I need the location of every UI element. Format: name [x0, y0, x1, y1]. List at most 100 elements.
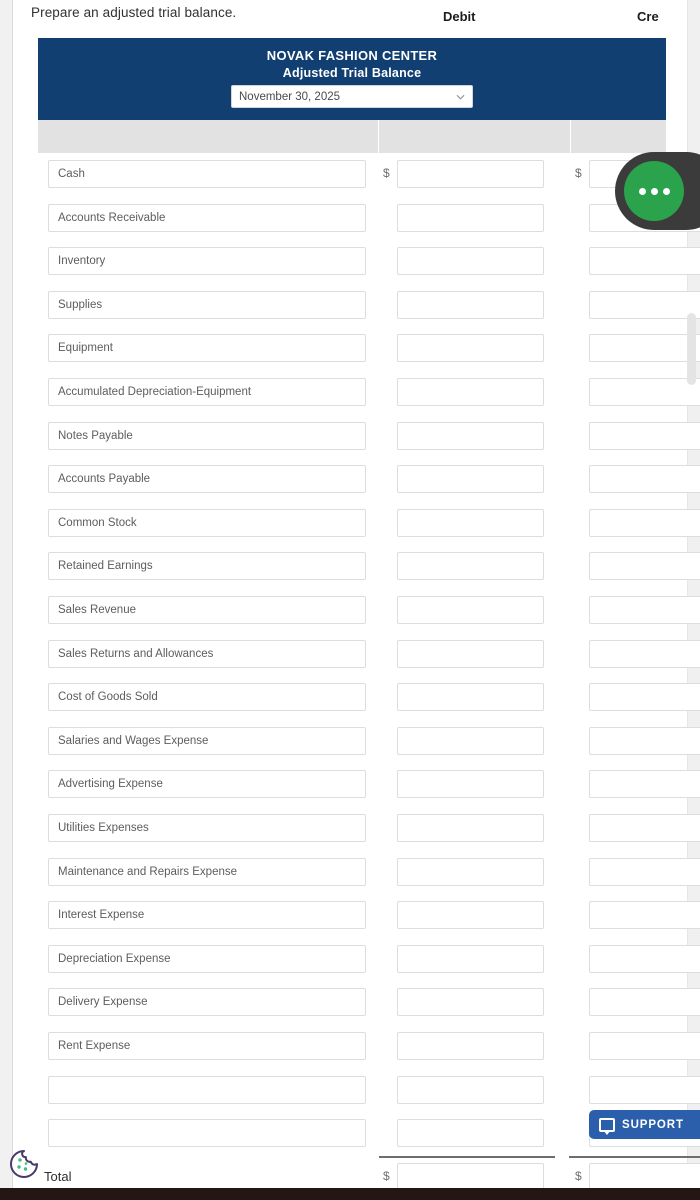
more-options-icon[interactable] — [624, 161, 684, 221]
credit-amount-input[interactable] — [589, 247, 700, 276]
table-row: Equipment — [0, 334, 700, 363]
app-screen: Prepare an adjusted trial balance. NOVAK… — [0, 0, 700, 1200]
table-row: Supplies — [0, 290, 700, 319]
credit-amount-input[interactable] — [589, 334, 700, 363]
debit-amount-input[interactable] — [397, 203, 544, 232]
credit-amount-input[interactable] — [589, 290, 700, 319]
account-name-input[interactable]: Accounts Payable — [48, 465, 366, 494]
credit-amount-input[interactable] — [589, 770, 700, 799]
debit-amount-input[interactable] — [397, 726, 544, 755]
credit-amount-input[interactable] — [589, 814, 700, 842]
table-row: Sales Returns and Allowances — [0, 639, 700, 668]
bottom-bar — [0, 1188, 700, 1200]
account-name-input[interactable] — [48, 1119, 366, 1148]
dollar-sign-debit: $ — [383, 166, 390, 180]
table-row — [0, 1075, 700, 1104]
account-name-input[interactable]: Interest Expense — [48, 901, 366, 930]
debit-amount-input[interactable] — [397, 1032, 544, 1060]
total-rule-credit — [569, 1156, 700, 1158]
account-name-input[interactable]: Maintenance and Repairs Expense — [48, 857, 366, 886]
scrollbar-thumb[interactable] — [687, 313, 696, 385]
credit-amount-input[interactable] — [589, 421, 700, 450]
debit-amount-input[interactable] — [397, 290, 544, 319]
debit-amount-input[interactable] — [397, 683, 544, 712]
credit-amount-input[interactable] — [589, 465, 700, 494]
debit-amount-input[interactable] — [397, 770, 544, 799]
total-label: Total — [44, 1169, 72, 1184]
account-name-input[interactable]: Retained Earnings — [48, 552, 366, 581]
credit-amount-input[interactable] — [589, 596, 700, 624]
debit-amount-input[interactable] — [397, 465, 544, 494]
floating-action-button[interactable] — [615, 152, 700, 230]
account-name-input[interactable]: Salaries and Wages Expense — [48, 726, 366, 755]
credit-amount-input[interactable] — [589, 508, 700, 537]
credit-amount-input[interactable] — [589, 552, 700, 581]
support-button[interactable]: SUPPORT — [589, 1110, 700, 1139]
table-row: Salaries and Wages Expense — [0, 726, 700, 755]
support-button-label: SUPPORT — [622, 1118, 684, 1131]
credit-amount-input[interactable] — [589, 857, 700, 886]
account-name-input[interactable]: Equipment — [48, 334, 366, 363]
table-row: Cash $ $ — [0, 160, 700, 188]
account-name-input[interactable]: Utilities Expenses — [48, 814, 366, 842]
account-name-input[interactable]: Inventory — [48, 247, 366, 276]
table-row: Interest Expense — [0, 901, 700, 930]
table-row: Inventory — [0, 247, 700, 276]
total-credit-input[interactable] — [589, 1163, 700, 1191]
total-dollar-debit: $ — [383, 1169, 390, 1183]
debit-amount-input[interactable] — [397, 988, 544, 1017]
total-row: $ $ — [0, 1163, 700, 1191]
debit-amount-input[interactable] — [397, 334, 544, 363]
debit-amount-input[interactable] — [397, 378, 544, 406]
total-debit-input[interactable] — [397, 1163, 544, 1191]
account-name-input[interactable] — [48, 1075, 366, 1104]
debit-amount-input[interactable] — [397, 901, 544, 930]
debit-amount-input[interactable] — [397, 814, 544, 842]
account-name-input[interactable]: Rent Expense — [48, 1032, 366, 1060]
account-name-input[interactable]: Cash — [48, 160, 366, 188]
dot-1 — [638, 187, 646, 195]
credit-amount-input[interactable] — [589, 683, 700, 712]
table-row: Advertising Expense — [0, 770, 700, 799]
account-name-input[interactable]: Accounts Receivable — [48, 203, 366, 232]
table-row: Rent Expense — [0, 1032, 700, 1060]
cookie-consent-icon[interactable] — [8, 1148, 40, 1180]
credit-amount-input[interactable] — [589, 378, 700, 406]
account-name-input[interactable]: Common Stock — [48, 508, 366, 537]
account-name-input[interactable]: Cost of Goods Sold — [48, 683, 366, 712]
account-name-input[interactable]: Delivery Expense — [48, 988, 366, 1017]
credit-amount-input[interactable] — [589, 944, 700, 973]
credit-amount-input[interactable] — [589, 901, 700, 930]
table-row: Cost of Goods Sold — [0, 683, 700, 712]
account-name-input[interactable]: Accumulated Depreciation-Equipment — [48, 378, 366, 406]
debit-amount-input[interactable] — [397, 247, 544, 276]
credit-amount-input[interactable] — [589, 639, 700, 668]
debit-amount-input[interactable] — [397, 160, 544, 188]
debit-amount-input[interactable] — [397, 944, 544, 973]
table-row: Accounts Payable — [0, 465, 700, 494]
debit-amount-input[interactable] — [397, 596, 544, 624]
debit-amount-input[interactable] — [397, 857, 544, 886]
debit-amount-input[interactable] — [397, 552, 544, 581]
dollar-sign-credit: $ — [575, 166, 582, 180]
credit-amount-input[interactable] — [589, 988, 700, 1017]
debit-amount-input[interactable] — [397, 1119, 544, 1148]
account-name-input[interactable]: Sales Returns and Allowances — [48, 639, 366, 668]
debit-amount-input[interactable] — [397, 508, 544, 537]
debit-amount-input[interactable] — [397, 421, 544, 450]
table-row: Accounts Receivable — [0, 203, 700, 232]
debit-amount-input[interactable] — [397, 1075, 544, 1104]
debit-amount-input[interactable] — [397, 639, 544, 668]
credit-amount-input[interactable] — [589, 1075, 700, 1104]
table-row: Accumulated Depreciation-Equipment — [0, 378, 700, 406]
credit-amount-input[interactable] — [589, 1032, 700, 1060]
table-row: Utilities Expenses — [0, 814, 700, 842]
account-name-input[interactable]: Supplies — [48, 290, 366, 319]
account-name-input[interactable]: Notes Payable — [48, 421, 366, 450]
credit-amount-input[interactable] — [589, 726, 700, 755]
account-name-input[interactable]: Advertising Expense — [48, 770, 366, 799]
table-row: Delivery Expense — [0, 988, 700, 1017]
account-name-input[interactable]: Sales Revenue — [48, 596, 366, 624]
trial-balance-rows: Cash $ $ Accounts Receivable Inventory Suppli… — [0, 0, 700, 1188]
account-name-input[interactable]: Depreciation Expense — [48, 944, 366, 973]
